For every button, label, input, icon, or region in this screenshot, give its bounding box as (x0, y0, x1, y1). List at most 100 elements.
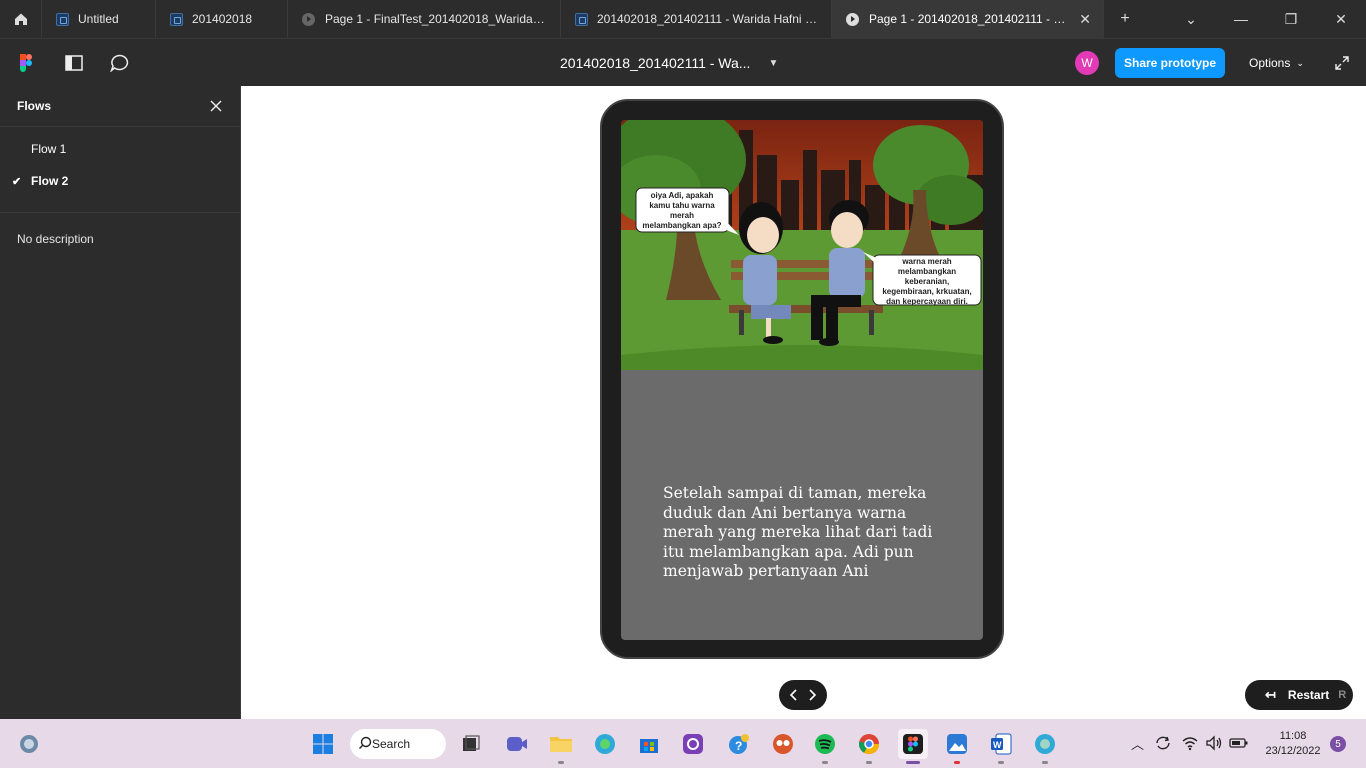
document-title-dropdown[interactable]: 201402018_201402111 - Wa... ▼ (560, 39, 778, 87)
chrome-app[interactable] (854, 729, 884, 764)
next-slide-button[interactable] (805, 688, 819, 702)
options-label: Options (1249, 56, 1291, 70)
photos-app[interactable] (942, 729, 972, 764)
figma-menu-button[interactable] (14, 39, 38, 87)
bubble-right-line-2: melambangkan (898, 267, 956, 276)
comments-button[interactable] (108, 39, 132, 87)
task-view-button[interactable] (456, 729, 486, 759)
home-icon (14, 13, 27, 25)
start-button[interactable] (308, 729, 338, 759)
file-explorer-app[interactable] (546, 729, 576, 764)
close-icon: ✕ (1335, 10, 1347, 27)
tab-active-prototype[interactable]: Page 1 - 201402018_201402111 - Warida Ha… (832, 0, 1104, 38)
sidebar-title: Flows (17, 99, 52, 113)
volume-icon[interactable] (1205, 734, 1223, 757)
minimize-button[interactable]: — (1216, 0, 1266, 38)
share-prototype-button[interactable]: Share prototype (1115, 48, 1225, 78)
options-dropdown[interactable]: Options ⌄ (1238, 48, 1315, 78)
taskbar-search[interactable]: Search (350, 729, 446, 759)
new-tab-button[interactable]: + (1104, 0, 1146, 38)
restart-shortcut-key: R (1338, 689, 1347, 701)
flow-item-2[interactable]: ✔ Flow 2 (0, 165, 240, 197)
flow-item-1[interactable]: Flow 1 (0, 133, 240, 165)
notification-badge[interactable]: 5 (1330, 736, 1346, 752)
flow-label: Flow 1 (31, 142, 67, 156)
toggle-sidebar-button[interactable] (62, 39, 86, 87)
folder-icon (550, 737, 572, 752)
figma-file-icon (575, 12, 588, 26)
edge-browser-app[interactable] (590, 729, 620, 759)
prototype-screen[interactable]: oiya Adi, apakah kamu tahu warna merah m… (621, 120, 983, 640)
notification-count: 5 (1335, 738, 1341, 750)
close-window-button[interactable]: ✕ (1316, 0, 1366, 38)
tab-untitled[interactable]: Untitled (42, 0, 156, 38)
flows-list: Flow 1 ✔ Flow 2 (0, 127, 240, 213)
fullscreen-button[interactable] (1330, 39, 1354, 87)
tabbar-spacer (1146, 0, 1166, 38)
svg-text:W: W (993, 740, 1002, 750)
word-app[interactable]: W (986, 729, 1016, 764)
tab-finaltest-prototype[interactable]: Page 1 - FinalTest_201402018_Warida Hafn… (288, 0, 561, 38)
help-icon: ? (729, 734, 749, 754)
weather-widget-icon (20, 735, 38, 753)
show-hidden-icons-chevron[interactable]: ︿ (1131, 734, 1144, 753)
flow-label: Flow 2 (31, 174, 69, 188)
teams-chat-app[interactable] (502, 729, 532, 759)
home-button[interactable] (0, 0, 42, 38)
search-label: Search (372, 737, 411, 751)
bubble-right-line-5: dan kepercayaan diri. (886, 297, 968, 306)
browser-tab-bar: Untitled 201402018 Page 1 - FinalTest_20… (0, 0, 1366, 38)
figma-app[interactable] (898, 729, 928, 764)
bubble-left-line-2: kamu tahu warna (649, 201, 715, 210)
previous-slide-button[interactable] (787, 688, 801, 702)
restart-arrow-icon: ↤ (1265, 687, 1276, 702)
tab-label: 201402018 (192, 12, 253, 26)
widgets-button[interactable] (14, 729, 44, 759)
tab-label: 201402018_201402111 - Warida Hafni Ha (597, 12, 819, 26)
tips-app[interactable]: ? (724, 729, 754, 759)
prototype-canvas: oiya Adi, apakah kamu tahu warna merah m… (241, 86, 1366, 719)
chevron-down-icon: ▼ (768, 57, 779, 69)
tab-list-button[interactable]: ⌄ (1166, 0, 1216, 38)
minimize-icon: — (1234, 11, 1248, 27)
search-icon (358, 736, 372, 753)
app-circle-icon-button[interactable] (678, 729, 708, 759)
purple-app-icon (683, 734, 703, 754)
figma-file-icon (56, 12, 69, 26)
spotify-app[interactable] (810, 729, 840, 764)
prototype-play-icon (302, 12, 315, 26)
bubble-left-line-1: oiya Adi, apakah (651, 191, 714, 200)
running-indicator (954, 761, 960, 764)
edge-profile-app[interactable] (1030, 729, 1060, 764)
battery-icon[interactable] (1229, 734, 1249, 757)
microsoft-store-app[interactable] (634, 729, 664, 759)
running-indicator (998, 761, 1004, 764)
tablet-frame: oiya Adi, apakah kamu tahu warna merah m… (600, 99, 1004, 659)
comment-bubble-icon (110, 54, 129, 72)
flows-sidebar: Flows Flow 1 ✔ Flow 2 No description (0, 86, 241, 719)
windows-taskbar: Search ? W ︿ 11:08 23/12/2022 5 (0, 719, 1366, 768)
maximize-button[interactable]: ❐ (1266, 0, 1316, 38)
system-clock[interactable]: 11:08 23/12/2022 (1258, 729, 1328, 759)
story-narration-text: Setelah sampai di taman, mereka duduk da… (663, 484, 933, 580)
close-tab-icon[interactable]: ✕ (1079, 11, 1091, 28)
sync-icon[interactable] (1154, 734, 1172, 757)
wifi-icon[interactable] (1181, 734, 1199, 757)
user-avatar[interactable]: W (1075, 51, 1099, 75)
prototype-play-icon (846, 12, 859, 26)
checkmark-icon: ✔ (12, 175, 22, 188)
store-icon (640, 739, 658, 753)
game-app[interactable] (768, 729, 798, 759)
task-view-icon (463, 735, 480, 751)
restart-button[interactable]: ↤ Restart R (1245, 680, 1353, 710)
figma-logo-icon (20, 54, 32, 72)
tab-201402018[interactable]: 201402018 (156, 0, 288, 38)
video-chat-icon (507, 737, 527, 751)
bubble-right-line-4: kegembiraan, krkuatan, (882, 287, 971, 296)
tab-design-file[interactable]: 201402018_201402111 - Warida Hafni Ha (561, 0, 832, 38)
clock-time: 11:08 (1279, 730, 1307, 742)
restore-icon: ❐ (1284, 10, 1298, 27)
close-icon[interactable] (209, 99, 223, 113)
active-indicator (906, 761, 920, 764)
sidebar-panel-icon (65, 55, 83, 71)
